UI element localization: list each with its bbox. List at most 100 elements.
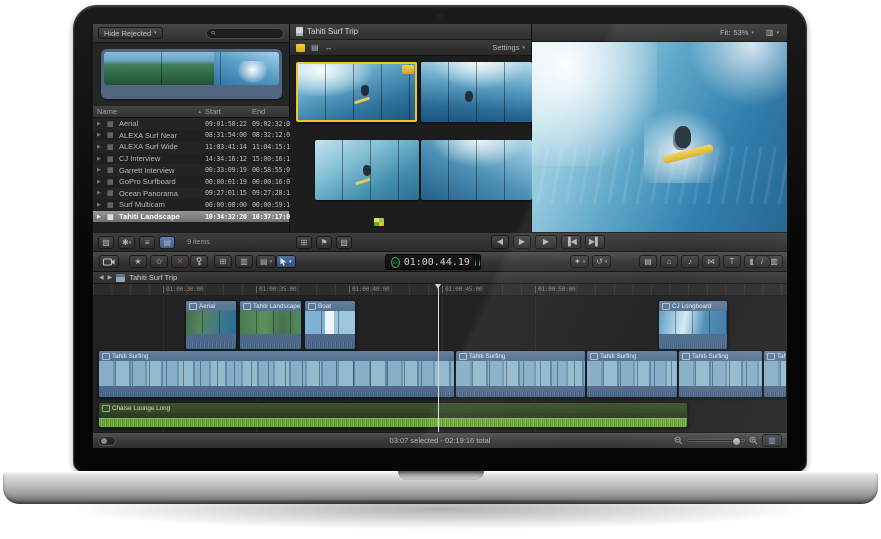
photos-browser-button[interactable]: ⌂ xyxy=(660,255,678,268)
search-field[interactable] xyxy=(206,27,284,39)
import-camera-button[interactable] xyxy=(99,255,119,268)
filmstrip-view-button[interactable]: ▤ xyxy=(159,236,176,249)
play-button[interactable]: ▶ xyxy=(535,235,557,249)
grid-view-icon[interactable]: ▤ xyxy=(311,43,319,52)
clip-row[interactable]: ▶ ▦ Garrett Interview 00:33:09:19 00:58:… xyxy=(93,164,294,176)
table-header[interactable]: Name ▴ Start End xyxy=(93,106,289,118)
disclosure-icon[interactable]: ▶ xyxy=(97,167,107,173)
clip-row[interactable]: ▶ ▦ ALEXA Surf Wide 11:03:41:14 11:04:15… xyxy=(93,141,294,153)
music-browser-button[interactable]: ♪ xyxy=(681,255,699,268)
append-clip-button[interactable]: ▤ ▾ xyxy=(256,255,277,268)
next-frame-button[interactable]: ▶ xyxy=(513,235,531,249)
browser-clip[interactable] xyxy=(421,140,532,200)
clip-row[interactable]: ▶ ▦ Surf Multicam 00:00:00:00 00:00:59:1… xyxy=(93,199,294,211)
chevron-down-icon[interactable]: ▾ xyxy=(776,30,779,36)
primary-clip[interactable]: Tahiti Surfing xyxy=(678,350,763,398)
multicam-angle-badge[interactable] xyxy=(374,218,384,226)
reject-button[interactable]: ✕ xyxy=(171,255,189,268)
inspector-button[interactable]: i xyxy=(753,255,771,268)
view-options-icon[interactable]: ▥ xyxy=(766,28,774,37)
retime-button[interactable]: ↺ ▾ xyxy=(592,255,612,268)
clip-row[interactable]: ▶ ▦ Ocean Panorama 09:27:01:15 09:27:28:… xyxy=(93,187,294,200)
dashboard[interactable]: 100 01:00.44.19 xyxy=(385,254,481,270)
ruler-tick: 01:00:40:00 xyxy=(349,286,390,293)
disclosure-icon[interactable]: ▶ xyxy=(97,121,107,127)
disclosure-icon[interactable]: ▶ xyxy=(97,190,107,196)
favorites-filter-icon[interactable] xyxy=(296,43,305,52)
clip-appearance-button[interactable]: ▥ xyxy=(762,434,782,447)
column-name[interactable]: Name ▴ xyxy=(97,107,205,116)
disclosure-icon[interactable]: ▶ xyxy=(97,179,107,185)
waveform-toggle-button[interactable]: ▨ xyxy=(336,236,352,249)
swap-arrows-icon[interactable]: ↔ xyxy=(325,43,333,52)
zoom-slider-knob[interactable] xyxy=(732,436,741,446)
connected-clip[interactable]: CJ Longboard xyxy=(658,300,728,350)
primary-clip[interactable]: Tahiti Surfing xyxy=(586,350,678,398)
browser-clip-selected[interactable] xyxy=(296,62,417,122)
enhancements-button[interactable]: ✦ ▾ xyxy=(570,255,590,268)
zoom-out-icon[interactable] xyxy=(674,436,683,445)
clip-row[interactable]: ▶ ▦ Aerial 09:01:50:22 09:02:32:00 xyxy=(93,118,294,130)
audio-meters[interactable] xyxy=(473,257,481,267)
zoom-value[interactable]: 53% xyxy=(733,28,748,37)
timeline-forward-button[interactable]: ▶ xyxy=(108,274,113,281)
effects-browser-button[interactable]: ▤ xyxy=(639,255,657,268)
timeline-back-button[interactable]: ◀ xyxy=(99,274,104,281)
action-gear-button[interactable]: ✱ ▾ xyxy=(118,236,136,249)
play-to-end-button[interactable]: ▶▌ xyxy=(584,235,605,249)
primary-clip[interactable]: Tahiti Surfing xyxy=(455,350,586,398)
search-input[interactable] xyxy=(219,28,279,38)
chevron-down-icon[interactable]: ▾ xyxy=(751,30,754,36)
main-toolbar: ★ ✩ ✕ ⊞ ▥ ▤ ▾ ▾ 100 01:00.44.19 ✦ ▾ ↺ ▾ … xyxy=(93,252,787,272)
transitions-browser-button[interactable]: ⋈ xyxy=(702,255,720,268)
previous-frame-button[interactable]: ◀ xyxy=(491,235,509,249)
keyword-group xyxy=(190,255,208,268)
browser-clip[interactable] xyxy=(421,62,532,122)
clip-thumb-icon: ▦ xyxy=(107,120,114,128)
inspector-group: i xyxy=(753,255,771,268)
play-from-start-button[interactable]: ▐◀ xyxy=(561,235,581,249)
event-browser-content xyxy=(290,56,532,232)
disclosure-icon[interactable]: ▶ xyxy=(97,202,107,208)
zoom-slider[interactable] xyxy=(687,436,745,446)
connected-clip[interactable]: Tahiti Landscape xyxy=(239,300,302,350)
select-tool-button[interactable]: ▾ xyxy=(276,255,296,268)
connect-clip-button[interactable]: ⊞ xyxy=(214,255,232,268)
unrate-button[interactable]: ✩ xyxy=(150,255,168,268)
favorite-button[interactable]: ★ xyxy=(129,255,147,268)
sidebar-toggle-button[interactable]: ▨ xyxy=(98,236,114,249)
flag-icon: ⚑ xyxy=(320,237,328,247)
primary-clip[interactable]: Tahiti Surfing xyxy=(98,350,455,398)
primary-clip[interactable]: Tahiti Surfing xyxy=(763,350,787,398)
column-start[interactable]: Start xyxy=(205,107,252,116)
keyword-button[interactable] xyxy=(190,255,208,268)
connected-clip[interactable]: Aerial xyxy=(185,300,237,350)
audio-clip[interactable]: Chaise Lounge Long xyxy=(98,402,688,428)
timeline-body[interactable]: Aerial Tahiti Landscape Boat CJ Longboar… xyxy=(93,296,787,432)
clip-row[interactable]: ▶ ▦ ALEXA Surf Near 08:31:54:00 08:32:12… xyxy=(93,129,294,142)
disclosure-icon[interactable]: ▶ xyxy=(97,156,107,162)
titles-browser-button[interactable]: T xyxy=(723,255,741,268)
clip-row[interactable]: ▶ ▦ Tahiti Landscape 10:34:32:20 10:37:1… xyxy=(93,210,294,223)
playhead[interactable] xyxy=(435,284,441,432)
zoom-in-icon[interactable] xyxy=(749,436,758,445)
clip-row[interactable]: ▶ ▦ GoPro Surfboard 00:00:01:19 00:00:16… xyxy=(93,175,294,188)
duration-slider-button[interactable]: ⊞ xyxy=(296,236,312,249)
clip-row[interactable]: ▶ ▦ CJ Interview 14:34:16:12 15:00:16:13 xyxy=(93,152,294,165)
disclosure-icon[interactable]: ▶ xyxy=(97,132,107,138)
av-output-toggle[interactable] xyxy=(98,435,116,446)
disclosure-icon[interactable]: ▶ xyxy=(97,144,107,150)
insert-clip-button[interactable]: ▥ xyxy=(235,255,253,268)
connected-clip[interactable]: Boat xyxy=(304,300,356,350)
selected-clip-filmstrip[interactable] xyxy=(101,49,282,99)
marker-button[interactable]: ⚑ xyxy=(316,236,332,249)
star-icon: ★ xyxy=(134,256,142,266)
background-tasks-indicator[interactable]: 100 xyxy=(391,256,400,268)
transitions-icon: ⋈ xyxy=(707,256,715,266)
filter-dropdown[interactable]: Hide Rejected ▾ xyxy=(98,27,163,39)
column-end[interactable]: End xyxy=(252,107,294,116)
browser-clip[interactable] xyxy=(315,140,419,200)
list-view-button[interactable]: ≡ xyxy=(139,236,156,249)
settings-dropdown[interactable]: Settings ▾ xyxy=(492,43,525,52)
disclosure-icon[interactable]: ▶ xyxy=(97,214,107,220)
